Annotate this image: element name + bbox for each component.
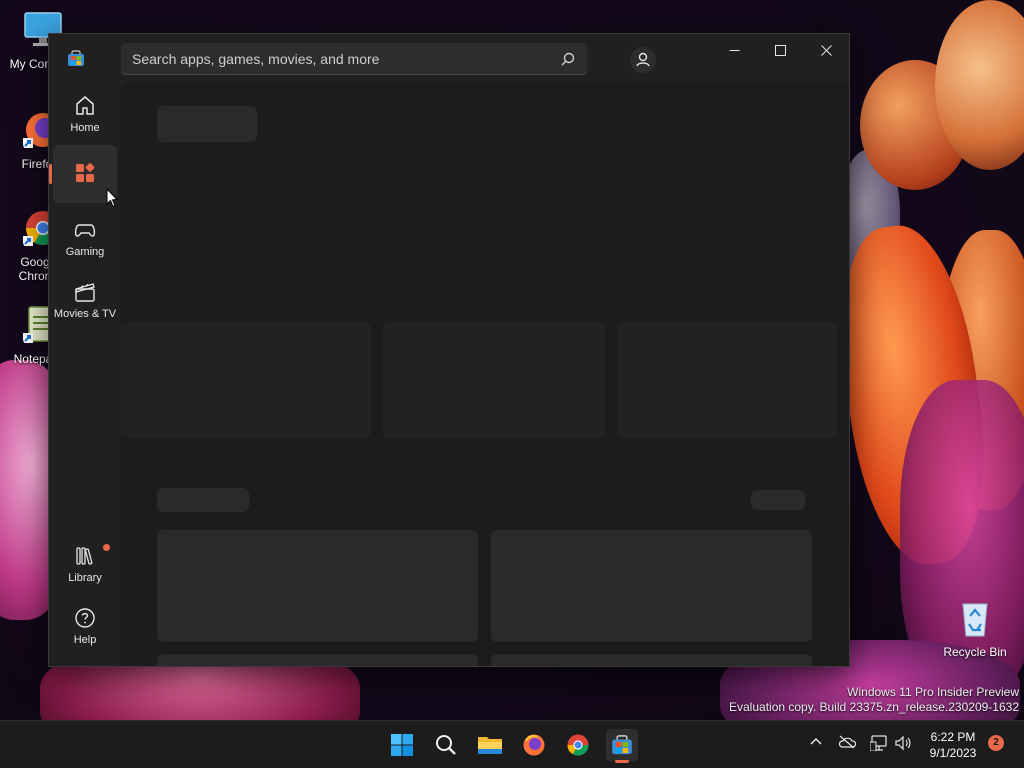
update-badge xyxy=(103,544,110,551)
search-icon xyxy=(436,735,456,755)
start-icon xyxy=(391,734,413,756)
show-hidden-icons-button[interactable] xyxy=(807,735,825,753)
clock-time: 6:22 PM xyxy=(930,730,976,744)
file-explorer-icon xyxy=(478,737,502,754)
close-icon xyxy=(820,44,832,56)
home-icon xyxy=(76,96,94,115)
chrome-icon xyxy=(567,734,589,756)
skeleton-title xyxy=(157,106,257,142)
nav-item-label: Gaming xyxy=(65,246,105,258)
skeleton-app-card xyxy=(491,530,812,642)
volume-tray-button[interactable] xyxy=(894,735,912,753)
search-icon[interactable] xyxy=(561,52,575,66)
nav-item-movies-tv[interactable]: Movies & TV xyxy=(53,270,117,328)
nav-item-gaming[interactable]: Gaming xyxy=(53,208,117,266)
taskbar: 6:22 PM 9/1/2023 2 xyxy=(0,720,1024,768)
skeleton-hero-card xyxy=(121,322,371,438)
skeleton-app-card xyxy=(491,654,812,666)
nav-item-label: Home xyxy=(70,122,100,134)
chrome-taskbar-button[interactable] xyxy=(562,729,594,761)
desktop-icon-label: Recycle Bin xyxy=(943,645,1007,659)
skeleton-see-all xyxy=(751,490,805,510)
mouse-cursor-icon xyxy=(106,188,118,208)
volume-icon xyxy=(895,735,911,751)
library-icon xyxy=(76,547,93,565)
nav-item-label: Movies & TV xyxy=(53,308,117,320)
help-icon xyxy=(75,608,95,628)
active-indicator xyxy=(49,164,52,184)
network-icon xyxy=(869,735,887,752)
minimize-icon xyxy=(729,49,739,51)
nav-item-label: Help xyxy=(73,634,97,646)
main-content-loading xyxy=(121,82,849,666)
running-indicator xyxy=(615,760,629,763)
maximize-button[interactable] xyxy=(757,34,803,66)
store-taskbar-button[interactable] xyxy=(606,729,638,763)
recycle-bin-icon xyxy=(962,603,988,637)
nav-item-label: Library xyxy=(68,572,102,584)
nav-item-help[interactable]: Help xyxy=(53,596,117,654)
title-bar[interactable]: Search apps, games, movies, and more xyxy=(49,34,849,82)
minimize-button[interactable] xyxy=(711,34,757,66)
maximize-icon xyxy=(774,44,786,56)
file-explorer-button[interactable] xyxy=(474,729,506,761)
nav-item-home[interactable]: Home xyxy=(53,84,117,142)
onedrive-tray-button[interactable] xyxy=(838,735,857,753)
start-button[interactable] xyxy=(386,729,418,761)
desktop-icon-recycle-bin[interactable]: Recycle Bin xyxy=(940,598,1010,659)
skeleton-hero-card xyxy=(617,322,837,438)
skeleton-app-card xyxy=(157,530,478,642)
account-icon[interactable] xyxy=(629,46,657,74)
notification-badge[interactable]: 2 xyxy=(988,735,1004,751)
store-icon xyxy=(612,735,632,755)
windows-watermark: Windows 11 Pro Insider Preview Evaluatio… xyxy=(729,685,1019,715)
taskbar-search-button[interactable] xyxy=(430,729,462,761)
skeleton-hero-card xyxy=(383,322,605,438)
store-logo-icon xyxy=(68,50,84,66)
search-input[interactable]: Search apps, games, movies, and more xyxy=(132,51,379,67)
onedrive-off-icon xyxy=(838,735,857,749)
apps-icon xyxy=(76,163,95,182)
clapperboard-icon xyxy=(75,283,95,302)
firefox-taskbar-button[interactable] xyxy=(518,729,550,761)
gamepad-icon xyxy=(74,224,96,237)
skeleton-app-card xyxy=(157,654,478,666)
close-button[interactable] xyxy=(803,34,849,66)
watermark-edition: Windows 11 Pro Insider Preview xyxy=(847,685,1019,699)
watermark-build: Evaluation copy. Build 23375.zn_release.… xyxy=(729,700,1019,714)
clock[interactable]: 6:22 PM 9/1/2023 xyxy=(918,729,988,761)
clock-date: 9/1/2023 xyxy=(929,746,977,760)
nav-item-library[interactable]: Library xyxy=(53,534,117,592)
store-window: Search apps, games, movies, and more Hom xyxy=(48,33,850,667)
navigation-sidebar: Home Gaming Movies & TV Library Help xyxy=(49,82,121,666)
firefox-icon xyxy=(523,734,545,756)
skeleton-section-heading xyxy=(157,488,249,512)
network-tray-button[interactable] xyxy=(869,735,888,753)
chevron-up-icon xyxy=(810,737,822,745)
search-box[interactable]: Search apps, games, movies, and more xyxy=(121,43,587,75)
